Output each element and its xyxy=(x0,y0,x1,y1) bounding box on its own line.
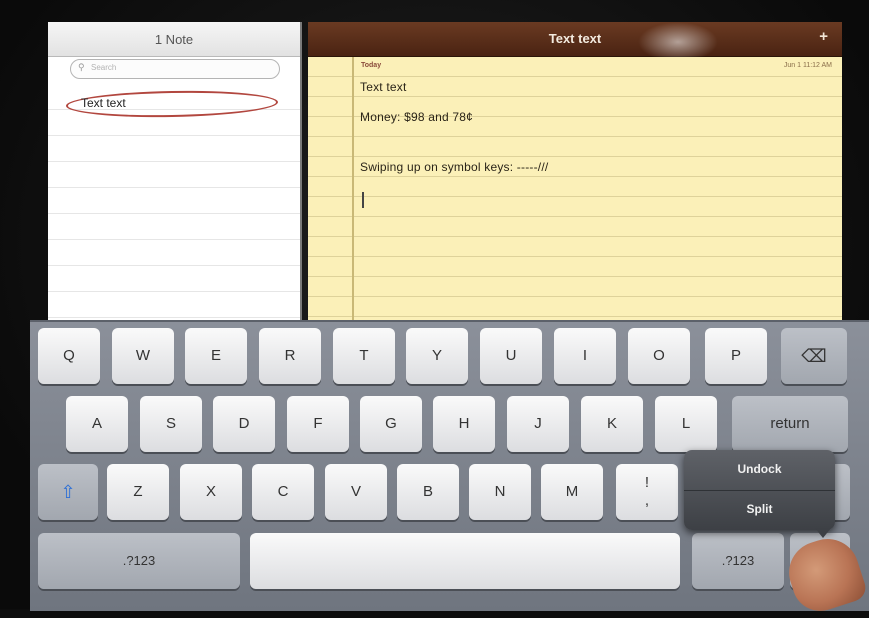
key-d[interactable]: D xyxy=(213,396,275,452)
search-input[interactable]: ⚲ Search xyxy=(70,59,280,79)
note-timestamp: Jun 1 11:12 AM xyxy=(783,62,832,69)
note-text-line: Swiping up on symbol keys: -----/// xyxy=(360,160,549,174)
split-option[interactable]: Split xyxy=(684,502,835,516)
key-i[interactable]: I xyxy=(554,328,616,384)
notes-count: 1 Note xyxy=(154,32,194,47)
note-view-pane: Text text + Today Jun 1 11:12 AM Text te… xyxy=(308,22,842,322)
key-a[interactable]: A xyxy=(66,396,128,452)
shift-key[interactable]: ⇧ xyxy=(38,464,98,520)
add-note-button[interactable]: + xyxy=(819,28,828,45)
note-title: Text text xyxy=(548,31,602,46)
key-b[interactable]: B xyxy=(397,464,459,520)
key-h[interactable]: H xyxy=(433,396,495,452)
paper-margin-line xyxy=(352,57,354,322)
note-list xyxy=(48,84,300,322)
key-p[interactable]: P xyxy=(705,328,767,384)
key-w[interactable]: W xyxy=(112,328,174,384)
note-title-bar: Text text + xyxy=(308,22,842,62)
key-e[interactable]: E xyxy=(185,328,247,384)
return-key[interactable]: return xyxy=(732,396,848,452)
key-m[interactable]: M xyxy=(541,464,603,520)
numbers-key-left[interactable]: .?123 xyxy=(38,533,240,589)
key-t[interactable]: T xyxy=(333,328,395,384)
key-n[interactable]: N xyxy=(469,464,531,520)
key-g[interactable]: G xyxy=(360,396,422,452)
ipad-screen: 1 Note ⚲ Search Text text Text text + To… xyxy=(0,0,869,618)
text-cursor xyxy=(362,192,364,208)
key-q[interactable]: Q xyxy=(38,328,100,384)
key-c[interactable]: C xyxy=(252,464,314,520)
notes-count-header: 1 Note xyxy=(48,22,300,57)
numbers-key-right[interactable]: .?123 xyxy=(692,533,784,589)
note-text-line: Money: $98 and 78¢ xyxy=(360,110,474,124)
list-item[interactable]: Text text xyxy=(65,89,279,119)
key-v[interactable]: V xyxy=(325,464,387,520)
space-bar[interactable] xyxy=(250,533,680,589)
note-paper[interactable] xyxy=(308,57,842,322)
popup-divider xyxy=(684,490,835,491)
popup-pointer xyxy=(815,528,831,538)
search-icon: ⚲ xyxy=(78,62,85,72)
key-l[interactable]: L xyxy=(655,396,717,452)
list-item-title: Text text xyxy=(81,96,126,110)
search-placeholder: Search xyxy=(91,63,117,72)
note-date-label: Today xyxy=(361,62,382,69)
key-o[interactable]: O xyxy=(628,328,690,384)
undock-option[interactable]: Undock xyxy=(684,462,835,476)
note-text-line: Text text xyxy=(360,80,407,94)
notes-list-pane: 1 Note ⚲ Search Text text xyxy=(48,22,302,322)
punctuation-key[interactable]: ! , xyxy=(616,464,678,520)
key-y[interactable]: Y xyxy=(406,328,468,384)
key-x[interactable]: X xyxy=(180,464,242,520)
keyboard-options-popup: Undock Split xyxy=(684,450,835,530)
screen-glare xyxy=(638,22,718,62)
delete-key[interactable]: ⌫ xyxy=(781,328,847,384)
key-z[interactable]: Z xyxy=(107,464,169,520)
key-j[interactable]: J xyxy=(507,396,569,452)
key-r[interactable]: R xyxy=(259,328,321,384)
key-f[interactable]: F xyxy=(287,396,349,452)
key-u[interactable]: U xyxy=(480,328,542,384)
key-k[interactable]: K xyxy=(581,396,643,452)
key-s[interactable]: S xyxy=(140,396,202,452)
